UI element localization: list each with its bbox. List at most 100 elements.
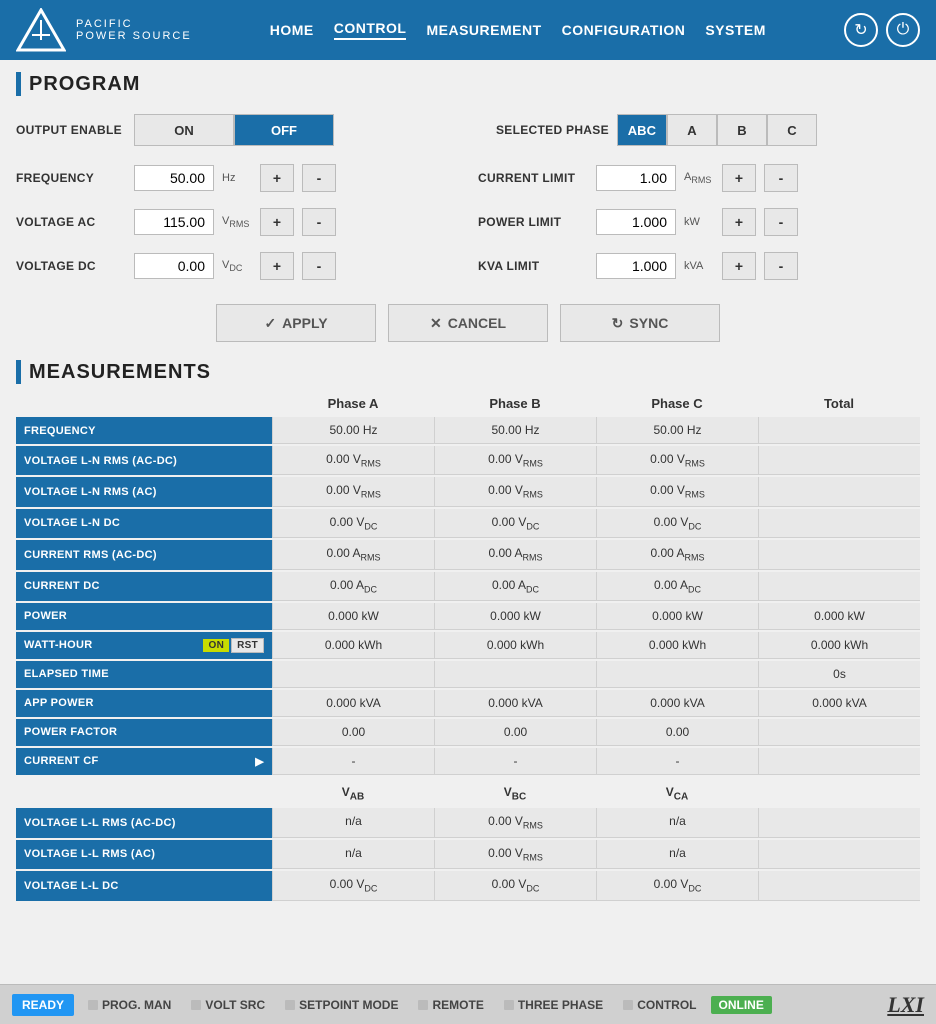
meas-power-row: POWER 0.000 kW 0.000 kW 0.000 kW 0.000 k…	[16, 603, 920, 630]
voltage-ac-input[interactable]	[134, 209, 214, 235]
voltage-ac-minus-button[interactable]: -	[302, 208, 336, 236]
wh-on-badge[interactable]: ON	[203, 639, 229, 652]
lxi-logo: LXI	[887, 992, 924, 1018]
meas-powerfactor-label: POWER FACTOR	[16, 719, 272, 746]
measurements-section: MEASUREMENTS Phase A Phase B Phase C Tot…	[16, 360, 920, 901]
meas-vll-acdc-bc: 0.00 VRMS	[434, 808, 596, 837]
meas-watthour-row: WATT-HOUR ON RST 0.000 kWh 0.000 kWh 0.0…	[16, 632, 920, 659]
nav-measurement[interactable]: MEASUREMENT	[426, 22, 541, 38]
three-phase-label: THREE PHASE	[518, 998, 603, 1012]
meas-vll-ac-ab: n/a	[272, 840, 434, 869]
header: PACIFIC POWER SOURCE HOME CONTROL MEASUR…	[0, 0, 936, 60]
meas-vll-dc-row: VOLTAGE L-L DC 0.00 VDC 0.00 VDC 0.00 VD…	[16, 871, 920, 900]
wh-rst-badge[interactable]: RST	[231, 638, 264, 653]
meas-vll-acdc-label: VOLTAGE L-L RMS (AC-DC)	[16, 808, 272, 837]
voltage-dc-plus-button[interactable]: +	[260, 252, 294, 280]
phase-buttons: ABC A B C	[617, 114, 817, 146]
meas-vln-ac-label: VOLTAGE L-N RMS (AC)	[16, 477, 272, 506]
meas-idc-row: CURRENT DC 0.00 ADC 0.00 ADC 0.00 ADC	[16, 572, 920, 601]
apply-button[interactable]: ✓ APPLY	[216, 304, 376, 342]
refresh-button[interactable]: ↻	[844, 13, 878, 47]
current-limit-input[interactable]	[596, 165, 676, 191]
meas-currentcf-label: CURRENT CF ▶	[16, 748, 272, 775]
remote-indicator	[418, 1000, 428, 1010]
meas-ll-subheaders: VAB VBC VCA	[16, 781, 920, 806]
meas-power-a: 0.000 kW	[272, 603, 434, 630]
meas-vll-ac-bc: 0.00 VRMS	[434, 840, 596, 869]
phase-abc-button[interactable]: ABC	[617, 114, 667, 146]
meas-elapsed-c	[596, 661, 758, 688]
kva-limit-minus-button[interactable]: -	[764, 252, 798, 280]
phase-a-button[interactable]: A	[667, 114, 717, 146]
setpoint-mode-label: SETPOINT MODE	[299, 998, 398, 1012]
frequency-minus-button[interactable]: -	[302, 164, 336, 192]
voltage-ac-plus-button[interactable]: +	[260, 208, 294, 236]
meas-cf-total	[758, 748, 920, 775]
meas-power-b: 0.000 kW	[434, 603, 596, 630]
voltage-dc-input[interactable]	[134, 253, 214, 279]
current-limit-plus-button[interactable]: +	[722, 164, 756, 192]
voltage-ac-label: VOLTAGE AC	[16, 215, 126, 229]
meas-apppower-a: 0.000 kVA	[272, 690, 434, 717]
program-section: PROGRAM OUTPUT ENABLE ON OFF SELECTED PH…	[16, 72, 920, 350]
meas-cf-a: -	[272, 748, 434, 775]
meas-freq-c: 50.00 Hz	[596, 417, 758, 444]
measurements-section-header: MEASUREMENTS	[16, 360, 920, 384]
meas-idc-b: 0.00 ADC	[434, 572, 596, 601]
output-on-button[interactable]: ON	[134, 114, 234, 146]
meas-vln-acdc-row: VOLTAGE L-N RMS (AC-DC) 0.00 VRMS 0.00 V…	[16, 446, 920, 475]
measurements-section-bar	[16, 360, 21, 384]
nav-configuration[interactable]: CONFIGURATION	[562, 22, 686, 38]
meas-elapsed-total: 0s	[758, 661, 920, 688]
output-off-button[interactable]: OFF	[234, 114, 334, 146]
meas-vln-acdc-a: 0.00 VRMS	[272, 446, 434, 475]
col-header-total: Total	[758, 396, 920, 411]
volt-src-label: VOLT SRC	[205, 998, 265, 1012]
meas-irms-acdc-label: CURRENT RMS (AC-DC)	[16, 540, 272, 569]
phase-c-button[interactable]: C	[767, 114, 817, 146]
col-header-empty	[16, 396, 272, 411]
prog-man-label: PROG. MAN	[102, 998, 171, 1012]
nav-system[interactable]: SYSTEM	[705, 22, 766, 38]
apply-label: APPLY	[282, 315, 327, 331]
program-section-header: PROGRAM	[16, 72, 920, 96]
kva-limit-plus-button[interactable]: +	[722, 252, 756, 280]
meas-power-label: POWER	[16, 603, 272, 630]
phase-b-button[interactable]: B	[717, 114, 767, 146]
nav-control[interactable]: CONTROL	[334, 20, 407, 40]
frequency-input[interactable]	[134, 165, 214, 191]
meas-idc-label: CURRENT DC	[16, 572, 272, 601]
cancel-button[interactable]: ✕ CANCEL	[388, 304, 548, 342]
nav-home[interactable]: HOME	[270, 22, 314, 38]
meas-vll-dc-total	[758, 871, 920, 900]
meas-vll-dc-ab: 0.00 VDC	[272, 871, 434, 900]
voltage-ac-unit: VRMS	[222, 215, 252, 229]
status-volt-src: VOLT SRC	[185, 998, 271, 1012]
meas-vln-ac-b: 0.00 VRMS	[434, 477, 596, 506]
kva-limit-input[interactable]	[596, 253, 676, 279]
status-prog-man: PROG. MAN	[82, 998, 177, 1012]
meas-vln-dc-label: VOLTAGE L-N DC	[16, 509, 272, 538]
status-remote: REMOTE	[412, 998, 489, 1012]
meas-vll-dc-bc: 0.00 VDC	[434, 871, 596, 900]
prog-man-indicator	[88, 1000, 98, 1010]
meas-wh-c: 0.000 kWh	[596, 632, 758, 659]
power-limit-plus-button[interactable]: +	[722, 208, 756, 236]
meas-irms-acdc-total	[758, 540, 920, 569]
power-button[interactable]: ⏻	[886, 13, 920, 47]
sub-col-total	[758, 781, 920, 806]
setpoint-mode-indicator	[285, 1000, 295, 1010]
control-label: CONTROL	[637, 998, 696, 1012]
sync-button[interactable]: ↻ SYNC	[560, 304, 720, 342]
frequency-plus-button[interactable]: +	[260, 164, 294, 192]
power-limit-input[interactable]	[596, 209, 676, 235]
meas-currentcf-arrow[interactable]: ▶	[255, 755, 264, 768]
sync-label: SYNC	[629, 315, 668, 331]
power-limit-label: POWER LIMIT	[478, 215, 588, 229]
current-limit-minus-button[interactable]: -	[764, 164, 798, 192]
meas-vln-ac-c: 0.00 VRMS	[596, 477, 758, 506]
meas-elapsed-a	[272, 661, 434, 688]
power-limit-minus-button[interactable]: -	[764, 208, 798, 236]
voltage-dc-minus-button[interactable]: -	[302, 252, 336, 280]
program-title: PROGRAM	[29, 73, 140, 96]
